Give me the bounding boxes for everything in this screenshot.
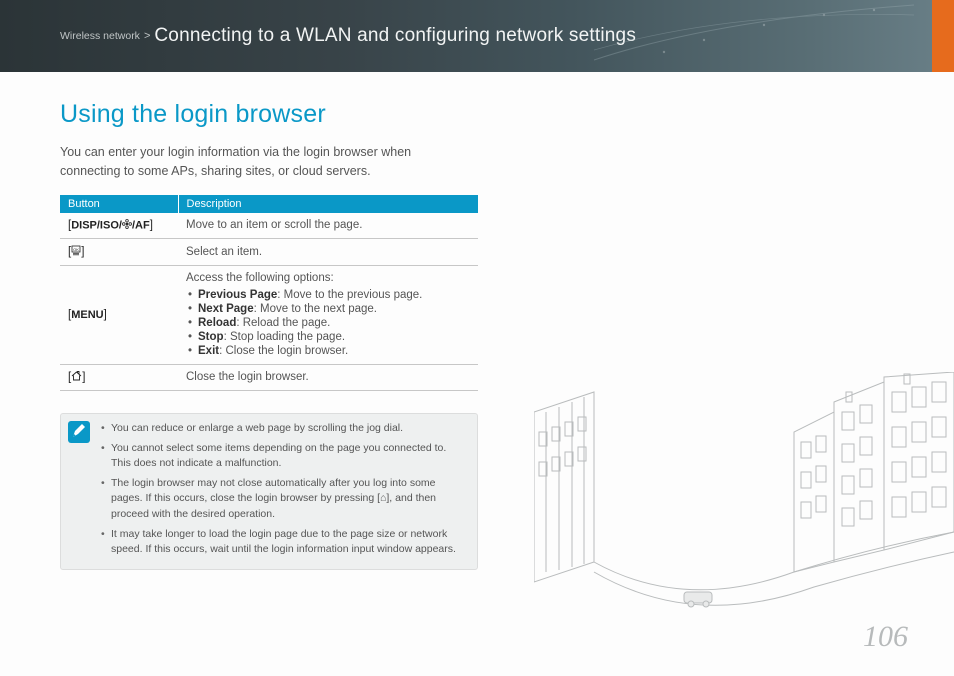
button-cell: [OK] [60, 238, 178, 265]
description-cell: Move to an item or scroll the page. [178, 213, 478, 239]
ok-frame-icon: OK [71, 245, 81, 259]
list-item: You can reduce or enlarge a web page by … [111, 420, 467, 440]
header-decor-swoosh [594, 0, 914, 72]
flower-macro-icon [122, 219, 132, 232]
home-icon [71, 371, 82, 384]
breadcrumb-category: Wireless network [60, 30, 140, 42]
content-column: Using the login browser You can enter yo… [0, 72, 480, 570]
list-item: Stop: Stop loading the page. [198, 330, 470, 344]
section-title: Using the login browser [60, 100, 480, 129]
pencil-note-icon [67, 420, 93, 444]
table-row: [OK] Select an item. [60, 238, 478, 265]
breadcrumb-separator: > [144, 30, 150, 42]
list-item: It may take longer to load the login pag… [111, 526, 467, 561]
page-number: 106 [863, 620, 908, 654]
description-cell: Access the following options: Previous P… [178, 265, 478, 364]
note-box: You can reduce or enlarge a web page by … [60, 413, 478, 571]
list-item: Exit: Close the login browser. [198, 344, 470, 358]
table-row: [MENU] Access the following options: Pre… [60, 265, 478, 364]
list-item: You cannot select some items depending o… [111, 440, 467, 475]
note-list: You can reduce or enlarge a web page by … [99, 420, 467, 562]
button-cell: [MENU] [60, 265, 178, 364]
menu-options-lead: Access the following options: [186, 272, 334, 284]
table-header-button: Button [60, 195, 178, 213]
list-item: Previous Page: Move to the previous page… [198, 288, 470, 302]
button-cell: [DISP/ISO//AF] [60, 213, 178, 239]
svg-text:OK: OK [73, 246, 79, 251]
intro-paragraph: You can enter your login information via… [60, 143, 470, 181]
breadcrumb-title: Connecting to a WLAN and configuring net… [154, 25, 636, 47]
menu-options-list: Previous Page: Move to the previous page… [186, 288, 470, 358]
manual-page: Wireless network > Connecting to a WLAN … [0, 0, 954, 676]
button-cell: [] [60, 364, 178, 390]
description-cell: Close the login browser. [178, 364, 478, 390]
city-illustration [534, 372, 954, 632]
button-description-table: Button Description [DISP/ISO//AF] Move t… [60, 195, 478, 391]
page-header: Wireless network > Connecting to a WLAN … [0, 0, 954, 72]
list-item: The login browser may not close automati… [111, 475, 467, 526]
table-row: [] Close the login browser. [60, 364, 478, 390]
orange-tab-accent [932, 0, 954, 72]
list-item: Next Page: Move to the next page. [198, 302, 470, 316]
description-cell: Select an item. [178, 238, 478, 265]
list-item: Reload: Reload the page. [198, 316, 470, 330]
table-header-description: Description [178, 195, 478, 213]
table-row: [DISP/ISO//AF] Move to an item or scroll… [60, 213, 478, 239]
